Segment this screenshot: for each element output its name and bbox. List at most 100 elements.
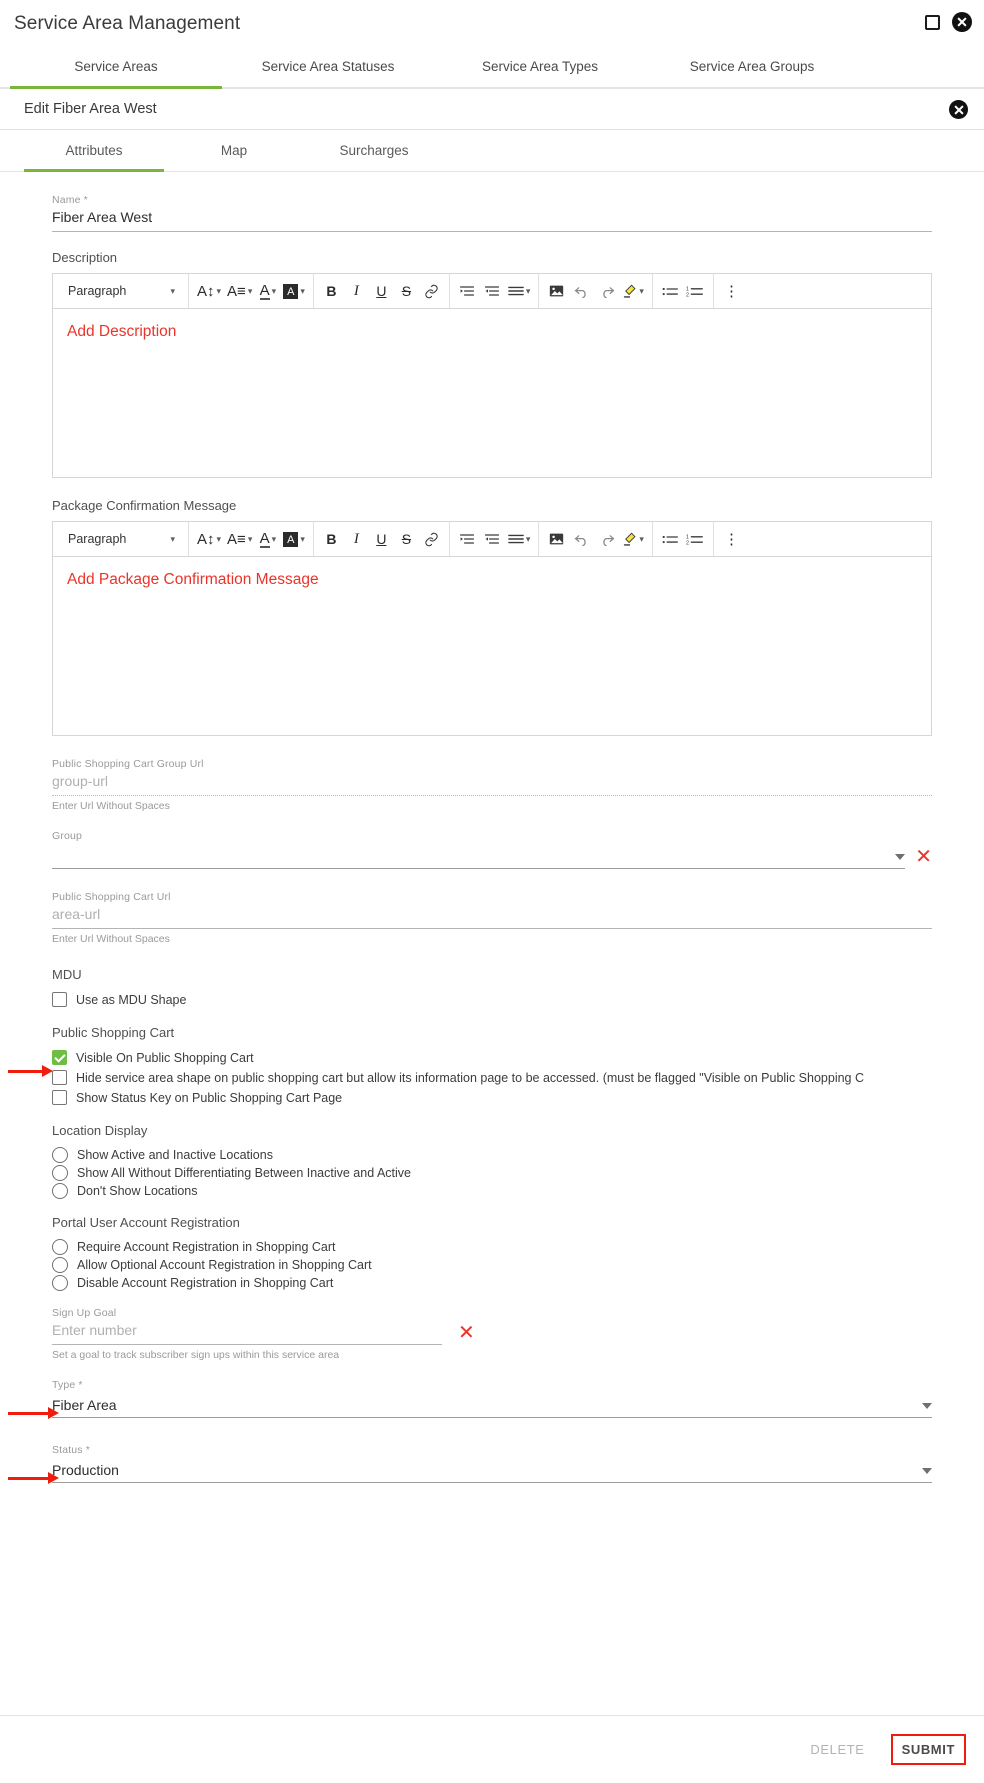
- numbered-list-icon[interactable]: 12: [683, 526, 708, 553]
- status-select[interactable]: Production: [52, 1459, 932, 1483]
- radio-row-show-all-without-differentiating[interactable]: Show All Without Differentiating Between…: [52, 1163, 932, 1182]
- align-icon[interactable]: ▾: [505, 526, 534, 553]
- group-field-group: Group ✕: [52, 830, 932, 869]
- checkbox-row-hide-service-area-shape[interactable]: Hide service area shape on public shoppi…: [52, 1068, 932, 1087]
- description-editor-body[interactable]: Add Description: [53, 309, 931, 477]
- font-size-icon[interactable]: A↕ ▾: [194, 278, 224, 305]
- area-url-field-group: Public Shopping Cart Url area-url Enter …: [52, 891, 932, 945]
- line-height-icon[interactable]: A≡ ▾: [224, 278, 255, 305]
- name-input[interactable]: Fiber Area West: [52, 209, 932, 232]
- checkbox-row-visible-on-public-shopping-cart[interactable]: Visible On Public Shopping Cart: [52, 1048, 932, 1067]
- strikethrough-icon[interactable]: S: [394, 526, 419, 553]
- form-footer: DELETE SUBMIT: [0, 1715, 984, 1783]
- mdu-options: Use as MDU Shape: [52, 990, 932, 1009]
- indent-increase-icon[interactable]: [455, 526, 480, 553]
- tab-service-area-statuses[interactable]: Service Area Statuses: [222, 46, 434, 87]
- undo-icon[interactable]: [569, 278, 594, 305]
- radio-row-dont-show-locations[interactable]: Don't Show Locations: [52, 1181, 932, 1200]
- indent-decrease-icon[interactable]: [480, 526, 505, 553]
- group-select[interactable]: [52, 845, 906, 869]
- close-circle-icon[interactable]: [949, 100, 968, 119]
- radio-row-show-active-and-inactive[interactable]: Show Active and Inactive Locations: [52, 1145, 932, 1164]
- more-options-icon[interactable]: ⋮: [719, 278, 744, 305]
- overflow-group: ⋮: [714, 274, 749, 308]
- area-url-label: Public Shopping Cart Url: [52, 891, 171, 903]
- delete-button[interactable]: DELETE: [802, 1736, 872, 1763]
- radio-show-all-without-differentiating[interactable]: [52, 1164, 68, 1181]
- radio-label: Show All Without Differentiating Between…: [77, 1165, 411, 1180]
- checkbox-row-use-as-mdu-shape[interactable]: Use as MDU Shape: [52, 990, 932, 1009]
- radio-disable-account-registration[interactable]: [52, 1274, 68, 1291]
- more-options-icon[interactable]: ⋮: [719, 526, 744, 553]
- area-url-input[interactable]: area-url: [52, 906, 932, 929]
- radio-label: Allow Optional Account Registration in S…: [77, 1257, 372, 1272]
- clear-x-icon[interactable]: ✕: [915, 847, 932, 869]
- font-color-icon[interactable]: A ▾: [255, 526, 280, 553]
- align-icon[interactable]: ▾: [505, 278, 534, 305]
- underline-icon[interactable]: U: [369, 278, 394, 305]
- font-color-icon[interactable]: A ▾: [255, 278, 280, 305]
- chevron-down-icon: ▾: [247, 533, 253, 544]
- indent-decrease-icon[interactable]: [480, 278, 505, 305]
- radio-dont-show-locations[interactable]: [52, 1182, 68, 1199]
- italic-icon[interactable]: I: [344, 278, 369, 305]
- checkbox-use-as-mdu-shape[interactable]: [52, 992, 67, 1007]
- radio-row-require-account-registration[interactable]: Require Account Registration in Shopping…: [52, 1237, 932, 1256]
- paragraph-style-select[interactable]: Paragraph ▾: [58, 526, 183, 553]
- sign-up-goal-input[interactable]: Enter number: [52, 1322, 442, 1345]
- radio-row-disable-account-registration[interactable]: Disable Account Registration in Shopping…: [52, 1273, 932, 1292]
- background-color-icon[interactable]: A ▾: [280, 278, 308, 305]
- italic-icon[interactable]: I: [344, 526, 369, 553]
- submit-button[interactable]: SUBMIT: [890, 1734, 966, 1765]
- line-height-icon[interactable]: A≡ ▾: [224, 526, 255, 553]
- background-color-icon[interactable]: A ▾: [280, 526, 308, 553]
- tab-service-area-types[interactable]: Service Area Types: [434, 46, 646, 87]
- type-select[interactable]: Fiber Area: [52, 1394, 932, 1418]
- bulleted-list-icon[interactable]: [658, 278, 683, 305]
- radio-show-active-and-inactive[interactable]: [52, 1146, 68, 1163]
- redo-icon[interactable]: [594, 278, 619, 305]
- list-group: 12: [653, 522, 714, 556]
- numbered-list-icon[interactable]: 12: [683, 278, 708, 305]
- bulleted-list-icon[interactable]: [658, 526, 683, 553]
- close-circle-icon[interactable]: [952, 12, 972, 32]
- checkbox-label: Visible On Public Shopping Cart: [76, 1050, 254, 1065]
- paragraph-style-group: Paragraph ▾: [53, 274, 189, 308]
- tab-service-areas[interactable]: Service Areas: [10, 46, 222, 89]
- paragraph-style-select[interactable]: Paragraph ▾: [58, 278, 183, 305]
- svg-text:2: 2: [686, 540, 689, 546]
- indent-align-group: ▾: [450, 274, 540, 308]
- insert-image-icon[interactable]: [544, 526, 569, 553]
- tab-map[interactable]: Map: [164, 129, 304, 171]
- group-url-input[interactable]: group-url: [52, 773, 932, 796]
- package-confirmation-editor-body[interactable]: Add Package Confirmation Message: [53, 557, 931, 735]
- tab-service-area-groups[interactable]: Service Area Groups: [646, 46, 858, 87]
- redo-icon[interactable]: [594, 526, 619, 553]
- bold-icon[interactable]: B: [319, 526, 344, 553]
- radio-require-account-registration[interactable]: [52, 1238, 68, 1255]
- checkbox-row-show-status-key[interactable]: Show Status Key on Public Shopping Cart …: [52, 1088, 932, 1107]
- link-icon[interactable]: [419, 526, 444, 553]
- tab-attributes[interactable]: Attributes: [24, 129, 164, 172]
- highlighter-icon[interactable]: ▾: [619, 526, 647, 553]
- highlighter-icon[interactable]: ▾: [619, 278, 647, 305]
- strikethrough-icon[interactable]: S: [394, 278, 419, 305]
- radio-row-allow-optional-account-registration[interactable]: Allow Optional Account Registration in S…: [52, 1255, 932, 1274]
- tab-surcharges[interactable]: Surcharges: [304, 129, 444, 171]
- indent-increase-icon[interactable]: [455, 278, 480, 305]
- group-url-label: Public Shopping Cart Group Url: [52, 758, 204, 770]
- checkbox-show-status-key[interactable]: [52, 1090, 67, 1105]
- status-field-group: Status * Production: [52, 1444, 932, 1483]
- bold-icon[interactable]: B: [319, 278, 344, 305]
- maximize-icon[interactable]: [925, 14, 940, 30]
- font-size-icon[interactable]: A↕ ▾: [194, 526, 224, 553]
- undo-icon[interactable]: [569, 526, 594, 553]
- radio-allow-optional-account-registration[interactable]: [52, 1256, 68, 1273]
- paragraph-style-value: Paragraph: [68, 284, 127, 298]
- checkbox-hide-service-area-shape[interactable]: [52, 1070, 67, 1085]
- underline-icon[interactable]: U: [369, 526, 394, 553]
- link-icon[interactable]: [419, 278, 444, 305]
- insert-image-icon[interactable]: [544, 278, 569, 305]
- clear-x-icon[interactable]: ✕: [458, 1323, 475, 1345]
- checkbox-visible-on-public-shopping-cart[interactable]: [52, 1050, 67, 1065]
